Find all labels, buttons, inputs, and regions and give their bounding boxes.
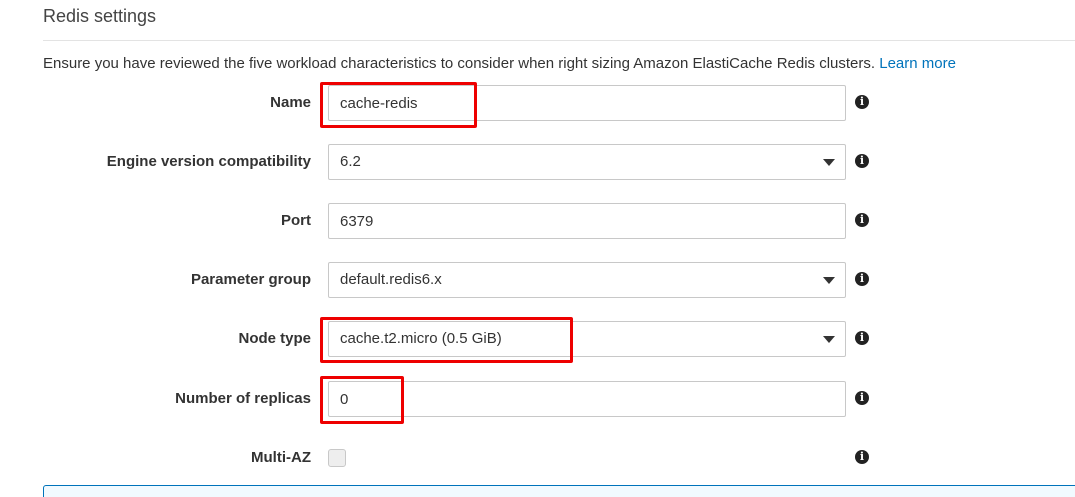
chevron-down-icon: [823, 336, 835, 343]
section-divider: [43, 40, 1075, 41]
intro-sentence: Ensure you have reviewed the five worklo…: [43, 55, 876, 72]
info-icon[interactable]: i: [855, 95, 869, 109]
name-field[interactable]: [328, 85, 846, 121]
engine-version-label: Engine version compatibility: [106, 153, 311, 170]
node-type-label: Node type: [238, 330, 311, 347]
info-icon[interactable]: i: [855, 331, 869, 345]
info-icon[interactable]: i: [855, 272, 869, 286]
port-row: Port i: [0, 203, 1075, 239]
replicas-input[interactable]: [329, 382, 820, 416]
info-alert-box: [43, 485, 1075, 497]
replicas-field[interactable]: [328, 381, 846, 417]
name-input[interactable]: [329, 86, 820, 120]
chevron-down-icon: [823, 159, 835, 166]
name-label: Name: [270, 94, 311, 111]
node-type-value: cache.t2.micro (0.5 GiB): [340, 330, 502, 347]
replicas-label: Number of replicas: [175, 390, 311, 407]
info-icon[interactable]: i: [855, 391, 869, 405]
learn-more-link[interactable]: Learn more: [879, 55, 956, 72]
parameter-group-select[interactable]: default.redis6.x: [328, 262, 846, 298]
replicas-row: Number of replicas i: [0, 381, 1075, 417]
port-field[interactable]: [328, 203, 846, 239]
redis-settings-page: Redis settings Ensure you have reviewed …: [0, 0, 1075, 497]
parameter-group-label: Parameter group: [190, 271, 311, 288]
multi-az-label: Multi-AZ: [251, 449, 311, 466]
parameter-group-value: default.redis6.x: [340, 271, 442, 288]
intro-text: Ensure you have reviewed the five worklo…: [43, 55, 956, 72]
engine-version-select[interactable]: 6.2: [328, 144, 846, 180]
port-input[interactable]: [329, 204, 820, 238]
section-title: Redis settings: [43, 6, 157, 26]
info-icon[interactable]: i: [855, 213, 869, 227]
node-type-select[interactable]: cache.t2.micro (0.5 GiB): [328, 321, 846, 357]
info-icon[interactable]: i: [855, 450, 869, 464]
port-label: Port: [281, 212, 311, 229]
name-row: Name i: [0, 85, 1075, 121]
multi-az-row: Multi-AZ i: [0, 440, 1075, 476]
chevron-down-icon: [823, 277, 835, 284]
engine-version-value: 6.2: [340, 153, 361, 170]
info-icon[interactable]: i: [855, 154, 869, 168]
engine-version-row: Engine version compatibility 6.2 i: [0, 144, 1075, 180]
parameter-group-row: Parameter group default.redis6.x i: [0, 262, 1075, 298]
node-type-row: Node type cache.t2.micro (0.5 GiB) i: [0, 321, 1075, 357]
multi-az-checkbox[interactable]: [328, 449, 346, 467]
